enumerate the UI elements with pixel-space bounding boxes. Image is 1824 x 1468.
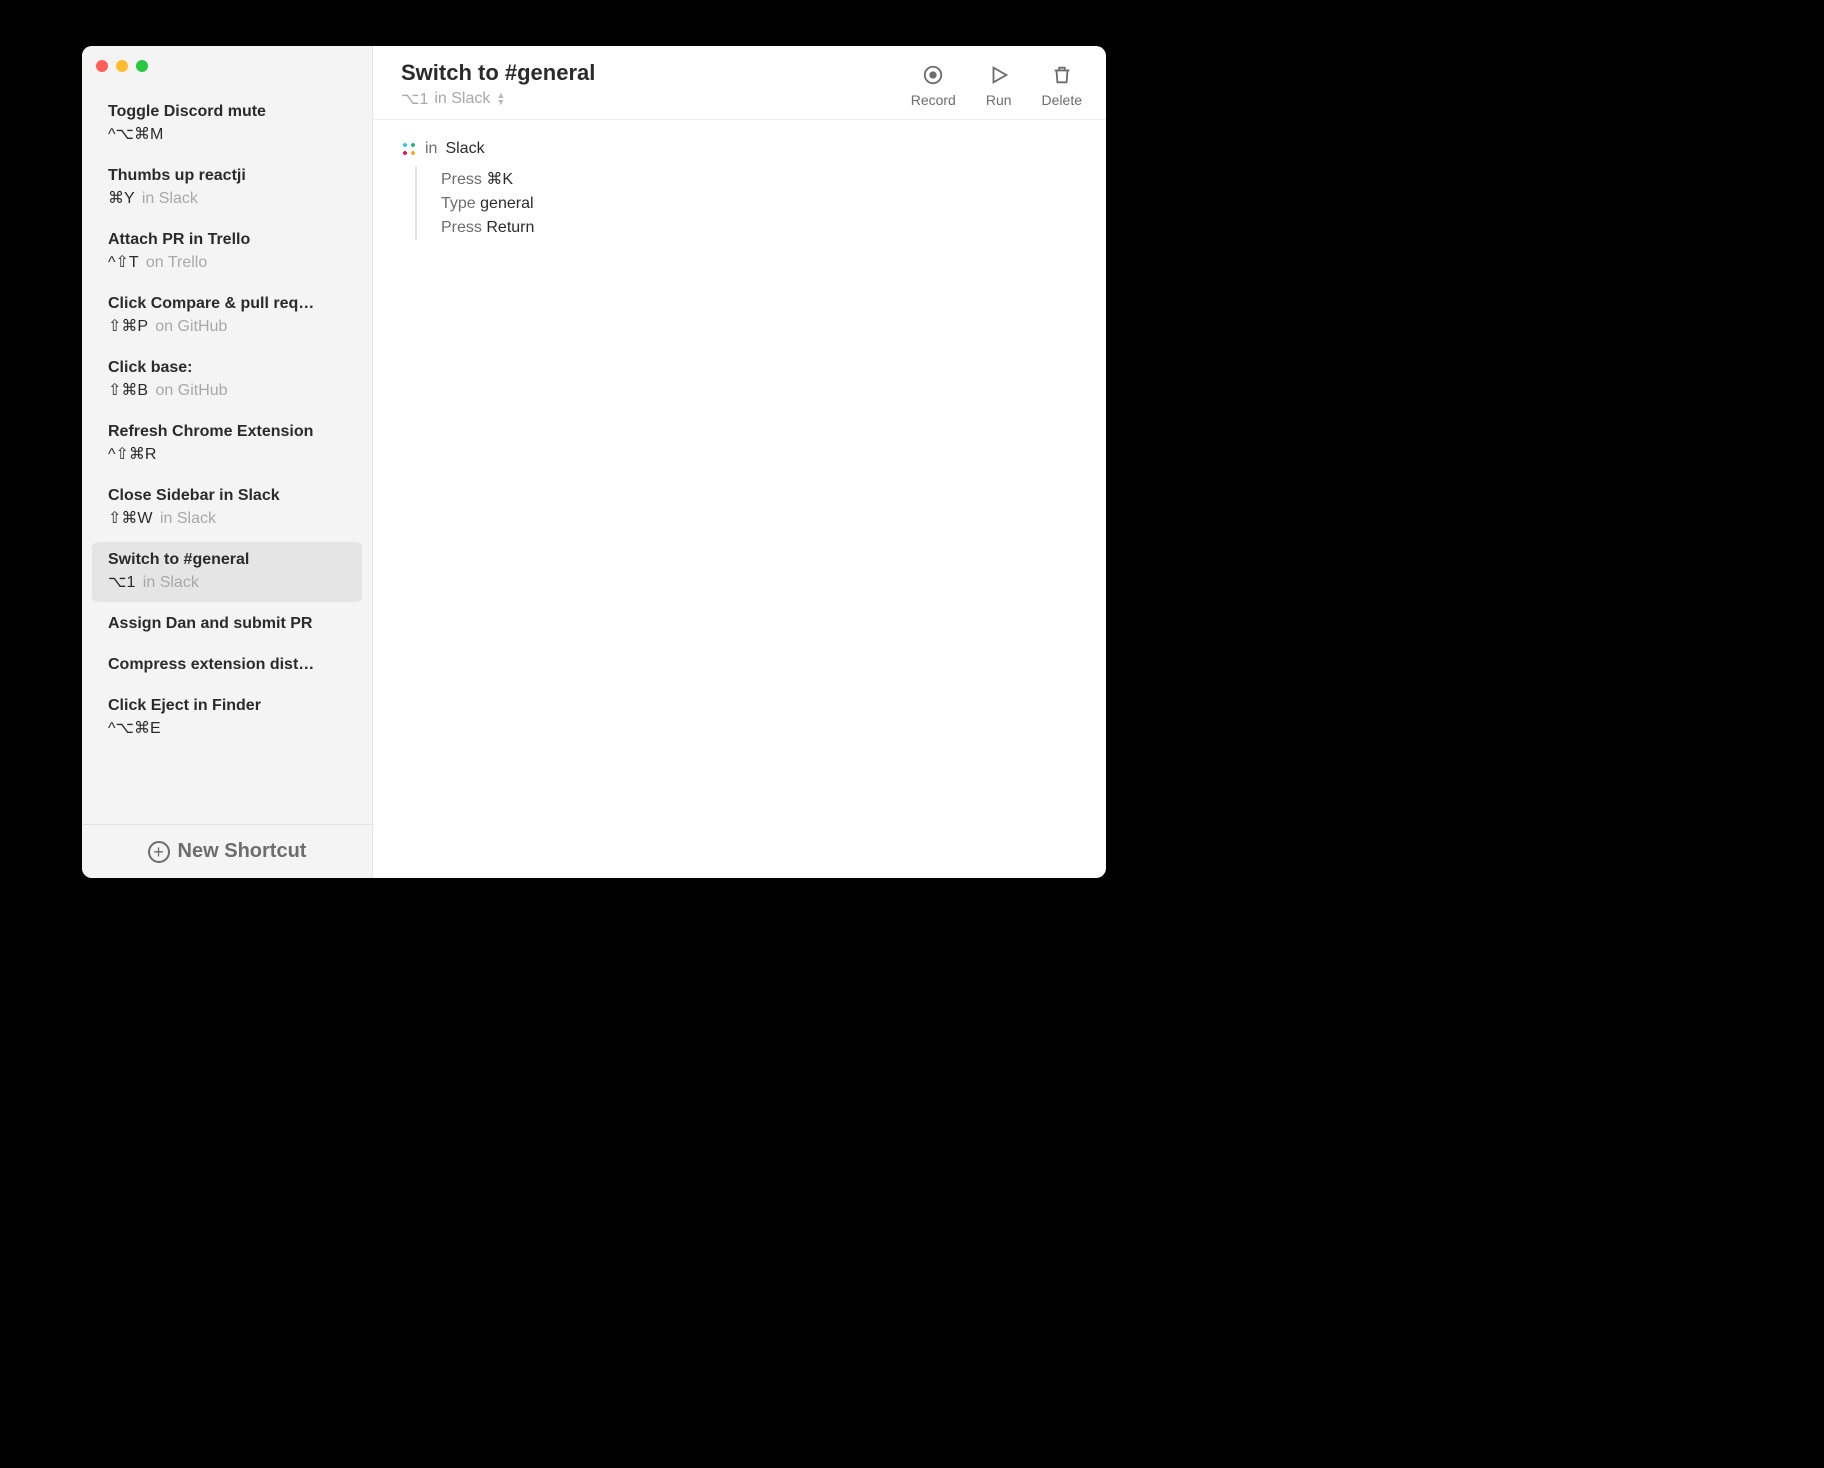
- shortcut-key: ⌥1: [108, 574, 135, 591]
- shortcut-title: Toggle Discord mute: [108, 103, 346, 121]
- delete-button[interactable]: Delete: [1042, 64, 1082, 108]
- step-arg: general: [480, 195, 533, 212]
- shortcut-title: Switch to #general: [108, 551, 346, 569]
- shortcut-title: Compress extension dist…: [108, 656, 346, 674]
- run-label: Run: [986, 92, 1012, 108]
- detail-title: Switch to #general: [401, 60, 911, 86]
- detail-header: Switch to #general ⌥1 in Slack ▲▼ Record: [373, 46, 1106, 120]
- detail-subtitle[interactable]: ⌥1 in Slack ▲▼: [401, 89, 911, 109]
- shortcut-context: on Trello: [146, 254, 207, 271]
- shortcut-sub: ⇧⌘P on GitHub: [108, 316, 346, 336]
- plus-circle-icon: +: [148, 841, 170, 863]
- shortcut-item[interactable]: Refresh Chrome Extension ^⇧⌘R: [92, 414, 362, 474]
- shortcut-context: in Slack: [143, 574, 199, 591]
- shortcut-item[interactable]: Click base: ⇧⌘B on GitHub: [92, 350, 362, 410]
- shortcut-title: Click base:: [108, 359, 346, 377]
- shortcut-key: ^⇧T: [108, 254, 138, 271]
- step-arg: ⌘K: [486, 171, 513, 188]
- step-line[interactable]: Press ⌘K: [441, 166, 1078, 192]
- shortcut-item[interactable]: Close Sidebar in Slack ⇧⌘W in Slack: [92, 478, 362, 538]
- shortcut-item[interactable]: Thumbs up reactji ⌘Y in Slack: [92, 158, 362, 218]
- shortcut-sub: ^⌥⌘E: [108, 718, 346, 738]
- shortcut-title: Attach PR in Trello: [108, 231, 346, 249]
- shortcut-sub: ⇧⌘B on GitHub: [108, 380, 346, 400]
- detail-context: in Slack: [434, 90, 490, 108]
- shortcut-item[interactable]: Click Compare & pull req… ⇧⌘P on GitHub: [92, 286, 362, 346]
- sidebar: Toggle Discord mute ^⌥⌘M Thumbs up react…: [82, 46, 373, 878]
- detail-shortcut: ⌥1: [401, 89, 428, 109]
- shortcut-context: on GitHub: [156, 382, 228, 399]
- new-shortcut-button[interactable]: + New Shortcut: [82, 824, 372, 878]
- shortcut-item[interactable]: Attach PR in Trello ^⇧T on Trello: [92, 222, 362, 282]
- shortcut-key: ⇧⌘P: [108, 318, 148, 335]
- shortcut-context: on GitHub: [155, 318, 227, 335]
- record-icon: [922, 64, 944, 86]
- record-button[interactable]: Record: [911, 64, 956, 108]
- context-in: in: [425, 140, 437, 158]
- stepper-icon: ▲▼: [496, 92, 506, 106]
- shortcut-sub: ^⌥⌘M: [108, 124, 346, 144]
- shortcut-context: in Slack: [142, 190, 198, 207]
- shortcut-title: Thumbs up reactji: [108, 167, 346, 185]
- step-arg: Return: [486, 219, 534, 236]
- shortcut-context: in Slack: [160, 510, 216, 527]
- step-verb: Press: [441, 171, 482, 188]
- run-button[interactable]: Run: [986, 64, 1012, 108]
- header-title-block: Switch to #general ⌥1 in Slack ▲▼: [401, 60, 911, 109]
- shortcut-item[interactable]: Switch to #general ⌥1 in Slack: [92, 542, 362, 602]
- shortcut-key: ⇧⌘W: [108, 510, 153, 527]
- shortcut-title: Refresh Chrome Extension: [108, 423, 346, 441]
- shortcut-key: ⇧⌘B: [108, 382, 148, 399]
- step-line[interactable]: Type general: [441, 192, 1078, 216]
- shortcut-title: Click Eject in Finder: [108, 697, 346, 715]
- step-verb: Press: [441, 219, 482, 236]
- delete-label: Delete: [1042, 92, 1082, 108]
- shortcut-item[interactable]: Toggle Discord mute ^⌥⌘M: [92, 94, 362, 154]
- shortcut-sub: ⌥1 in Slack: [108, 572, 346, 592]
- close-window-button[interactable]: [96, 60, 108, 72]
- record-label: Record: [911, 92, 956, 108]
- step-block: Press ⌘K Type general Press Return: [415, 166, 1078, 240]
- shortcut-sub: ⌘Y in Slack: [108, 188, 346, 208]
- shortcut-list: Toggle Discord mute ^⌥⌘M Thumbs up react…: [82, 78, 372, 824]
- minimize-window-button[interactable]: [116, 60, 128, 72]
- shortcut-sub: ⇧⌘W in Slack: [108, 508, 346, 528]
- slack-icon: [401, 141, 417, 157]
- shortcut-item[interactable]: Compress extension dist…: [92, 647, 362, 684]
- step-line[interactable]: Press Return: [441, 216, 1078, 240]
- shortcut-title: Assign Dan and submit PR: [108, 615, 346, 633]
- steps-area: in Slack Press ⌘K Type general Press Ret…: [373, 120, 1106, 260]
- context-app: Slack: [445, 140, 484, 158]
- step-verb: Type: [441, 195, 476, 212]
- step-context[interactable]: in Slack: [401, 140, 1078, 158]
- shortcut-title: Click Compare & pull req…: [108, 295, 346, 313]
- app-window: Toggle Discord mute ^⌥⌘M Thumbs up react…: [82, 46, 1106, 878]
- header-actions: Record Run Delete: [911, 60, 1082, 108]
- play-icon: [988, 64, 1010, 86]
- shortcut-sub: ^⇧T on Trello: [108, 252, 346, 272]
- shortcut-item[interactable]: Click Eject in Finder ^⌥⌘E: [92, 688, 362, 748]
- maximize-window-button[interactable]: [136, 60, 148, 72]
- main-panel: Switch to #general ⌥1 in Slack ▲▼ Record: [373, 46, 1106, 878]
- window-controls: [82, 46, 372, 78]
- trash-icon: [1051, 64, 1073, 86]
- shortcut-key: ^⌥⌘M: [108, 126, 163, 143]
- shortcut-key: ^⌥⌘E: [108, 720, 161, 737]
- shortcut-key: ^⇧⌘R: [108, 446, 156, 463]
- shortcut-key: ⌘Y: [108, 190, 134, 207]
- shortcut-item[interactable]: Assign Dan and submit PR: [92, 606, 362, 643]
- new-shortcut-label: New Shortcut: [178, 840, 307, 863]
- shortcut-title: Close Sidebar in Slack: [108, 487, 346, 505]
- shortcut-sub: ^⇧⌘R: [108, 444, 346, 464]
